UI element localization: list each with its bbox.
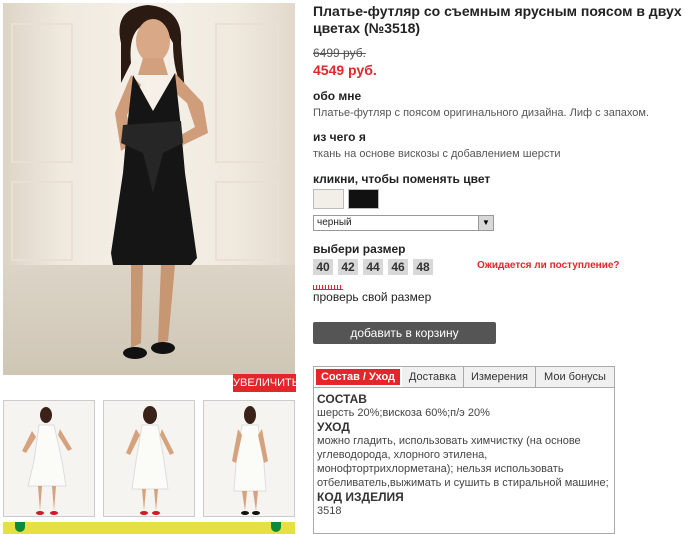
chevron-down-icon[interactable]: ▼ — [478, 216, 493, 230]
material-text: ткань на основе вискозы с добавлением ше… — [313, 148, 561, 160]
size-option-40[interactable]: 40 — [313, 259, 333, 275]
banner-decoration — [15, 522, 25, 532]
code-label: КОД ИЗДЕЛИЯ — [317, 490, 404, 504]
thumbnail-image — [232, 406, 268, 515]
about-text: Платье-футляр с поясом оригинального диз… — [313, 107, 650, 119]
care-text: можно гладить, использовать химчистку (н… — [317, 435, 609, 489]
thumbnail[interactable] — [103, 400, 195, 517]
size-option-48[interactable]: 48 — [413, 259, 433, 275]
thumbnail[interactable] — [3, 400, 95, 517]
color-select-value: черный — [317, 217, 352, 228]
tab-bar: Состав / Уход Доставка Измерения Мои бон… — [314, 367, 614, 388]
color-swatch-white[interactable] — [313, 189, 344, 209]
tab-bonuses[interactable]: Мои бонусы — [536, 367, 614, 387]
about-heading: обо мне — [313, 89, 362, 103]
tab-delivery[interactable]: Доставка — [402, 367, 464, 387]
size-option-46[interactable]: 46 — [388, 259, 408, 275]
tab-measurements[interactable]: Измерения — [464, 367, 536, 387]
old-price: 6499 руб. — [313, 46, 366, 60]
tab-composition-care[interactable]: Состав / Уход — [314, 367, 402, 387]
composition-label: СОСТАВ — [317, 392, 367, 406]
code-value: 3518 — [317, 505, 342, 517]
enlarge-button[interactable]: УВЕЛИЧИТЬ — [233, 374, 299, 392]
main-product-photo[interactable] — [3, 3, 295, 375]
add-to-cart-button[interactable]: добавить в корзину — [313, 322, 496, 344]
composition-text: шерсть 20%;вискоза 60%;п/э 20% — [317, 407, 490, 419]
size-heading: выбери размер — [313, 242, 406, 256]
thumbnail[interactable] — [203, 400, 295, 517]
check-size-link[interactable]: проверь свой размер — [313, 290, 431, 304]
model-figure — [111, 5, 208, 359]
thumbnail-image — [22, 407, 72, 515]
new-price: 4549 руб. — [313, 62, 377, 78]
size-option-42[interactable]: 42 — [338, 259, 358, 275]
color-select[interactable]: черный ▼ — [313, 215, 494, 231]
product-title: Платье-футляр со съемным ярусным поясом … — [313, 3, 682, 36]
color-swatch-black[interactable] — [348, 189, 379, 209]
info-tabs: Состав / Уход Доставка Измерения Мои бон… — [313, 366, 615, 534]
promo-banner[interactable] — [3, 522, 295, 534]
color-heading: кликни, чтобы поменять цвет — [313, 172, 491, 186]
size-option-44[interactable]: 44 — [363, 259, 383, 275]
banner-decoration — [271, 522, 281, 532]
care-label: УХОД — [317, 420, 350, 434]
material-heading: из чего я — [313, 130, 366, 144]
tab-content: СОСТАВ шерсть 20%;вискоза 60%;п/э 20% УХ… — [314, 388, 614, 522]
thumbnail-image — [126, 406, 174, 515]
awaiting-stock-link[interactable]: Ожидается ли поступление? — [477, 260, 620, 271]
